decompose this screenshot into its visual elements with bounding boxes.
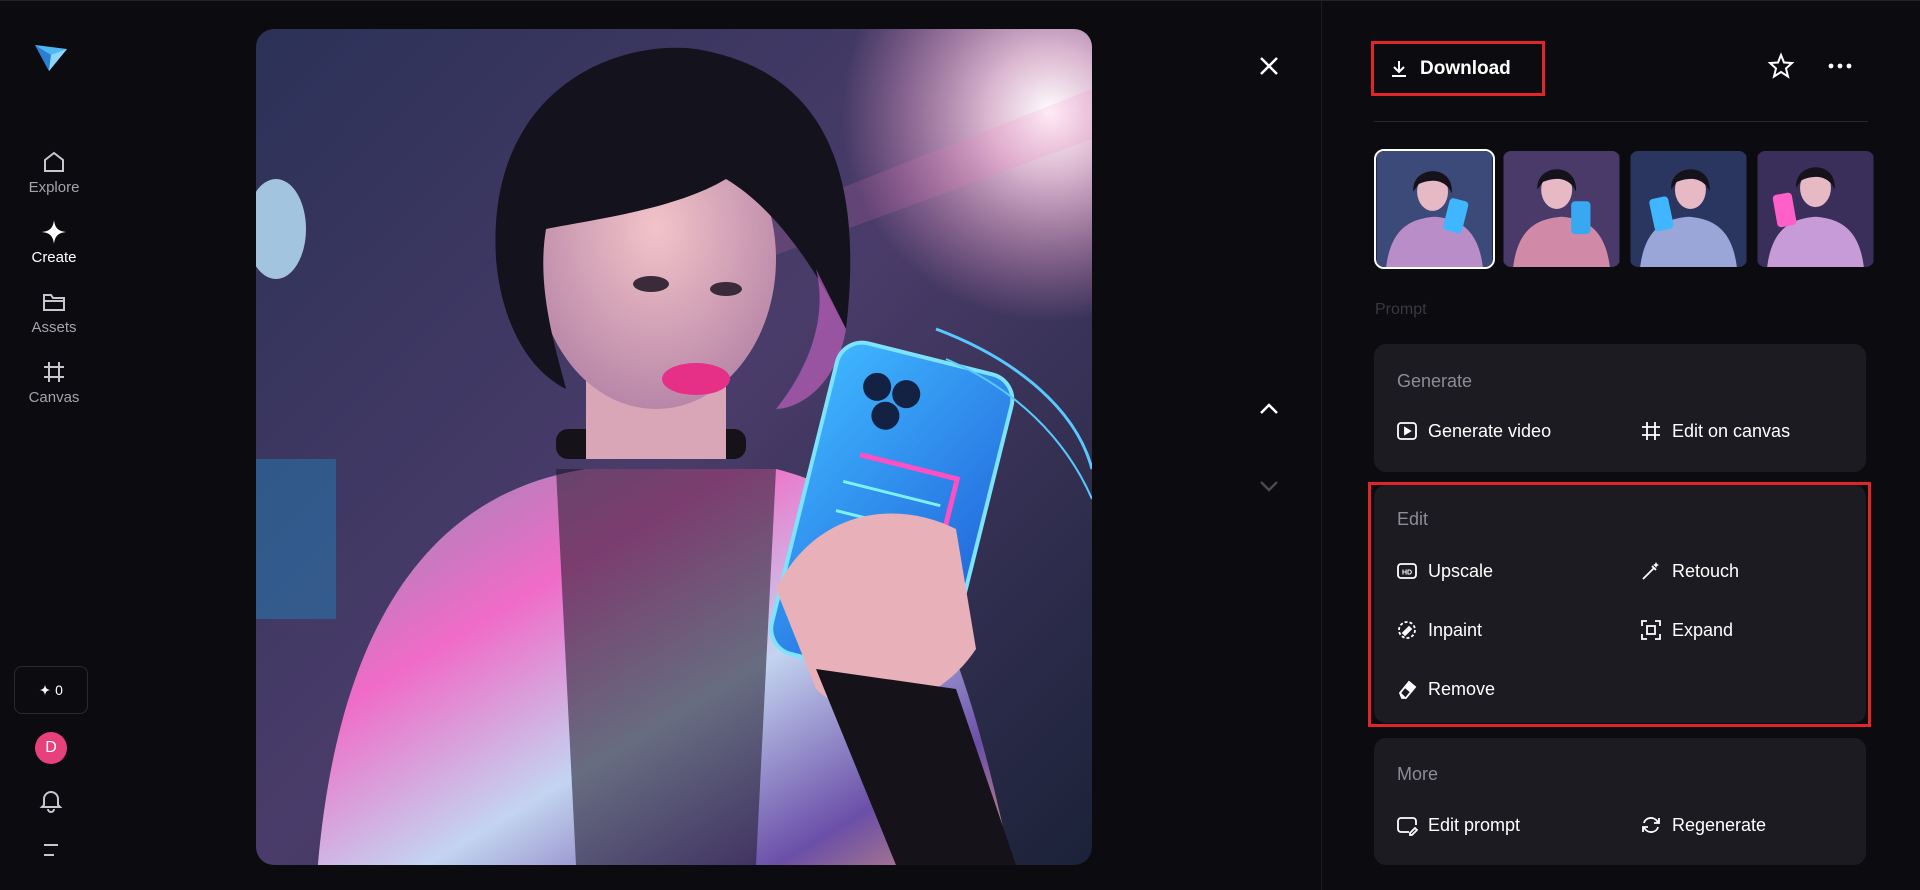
chevron-up-icon[interactable] [1254, 394, 1284, 424]
download-label: Download [1420, 58, 1511, 79]
sidebar: Explore Create Assets Canvas 0 D [0, 1, 108, 890]
main-image [256, 29, 1092, 865]
action-label: Edit prompt [1428, 814, 1521, 835]
play-video-icon [1397, 422, 1417, 440]
folder-icon [43, 294, 65, 311]
sidebar-item-label: Assets [31, 319, 77, 336]
generate-title: Generate [1397, 371, 1473, 391]
sparkle-icon [42, 220, 66, 244]
edit-prompt-button[interactable]: Edit prompt [1396, 814, 1520, 836]
action-label: Generate video [1428, 420, 1552, 441]
thumbnail-2[interactable] [1501, 149, 1622, 269]
sidebar-item-canvas[interactable]: Canvas [14, 359, 94, 407]
generate-video-button[interactable]: Generate video [1396, 420, 1551, 442]
details-panel: Download Prompt Generate Generate video … [1322, 1, 1920, 890]
generate-card: Generate Generate video Edit on canvas [1374, 344, 1866, 472]
edit-on-canvas-button[interactable]: Edit on canvas [1640, 420, 1790, 442]
credits-badge[interactable]: 0 [14, 666, 88, 714]
download-button[interactable]: Download [1388, 54, 1511, 84]
edit-highlight [1368, 482, 1871, 727]
sidebar-item-assets[interactable]: Assets [14, 289, 94, 337]
thumbnail-3[interactable] [1628, 149, 1749, 269]
thumbnail-4[interactable] [1755, 149, 1876, 269]
more-card: More Edit prompt Regenerate [1374, 738, 1866, 865]
thumbnail-1[interactable] [1374, 149, 1495, 269]
download-highlight: Download [1371, 41, 1545, 96]
action-label: Edit on canvas [1672, 420, 1791, 441]
edit-prompt-icon [1397, 817, 1418, 836]
download-icon [1392, 61, 1406, 77]
prompt-label: Prompt [1375, 301, 1427, 318]
sidebar-item-label: Canvas [28, 389, 80, 406]
header-divider [1374, 121, 1868, 122]
sidebar-item-label: Create [31, 249, 77, 266]
credits-count: 0 [55, 682, 63, 698]
action-label: Regenerate [1672, 814, 1767, 835]
more-title: More [1397, 764, 1439, 784]
sidebar-item-explore[interactable]: Explore [14, 149, 94, 197]
sparkle-icon [39, 684, 51, 696]
bell-icon[interactable] [38, 787, 64, 813]
menu-icon[interactable] [40, 841, 62, 859]
home-icon [44, 151, 64, 172]
regenerate-button[interactable]: Regenerate [1640, 814, 1766, 836]
image-viewer-app: Explore Create Assets Canvas 0 D Downloa… [0, 0, 1920, 890]
avatar[interactable]: D [35, 732, 67, 764]
close-icon[interactable] [1254, 51, 1284, 81]
sidebar-item-label: Explore [28, 179, 80, 196]
chevron-down-icon[interactable] [1254, 471, 1284, 501]
sidebar-item-create[interactable]: Create [14, 219, 94, 267]
canvas-icon [44, 362, 64, 382]
app-logo[interactable] [33, 39, 69, 75]
regenerate-icon [1642, 817, 1660, 833]
more-options-icon[interactable] [1826, 52, 1854, 80]
canvas-icon [1642, 422, 1660, 440]
star-icon[interactable] [1767, 52, 1795, 80]
variation-thumbnails [1374, 149, 1876, 269]
